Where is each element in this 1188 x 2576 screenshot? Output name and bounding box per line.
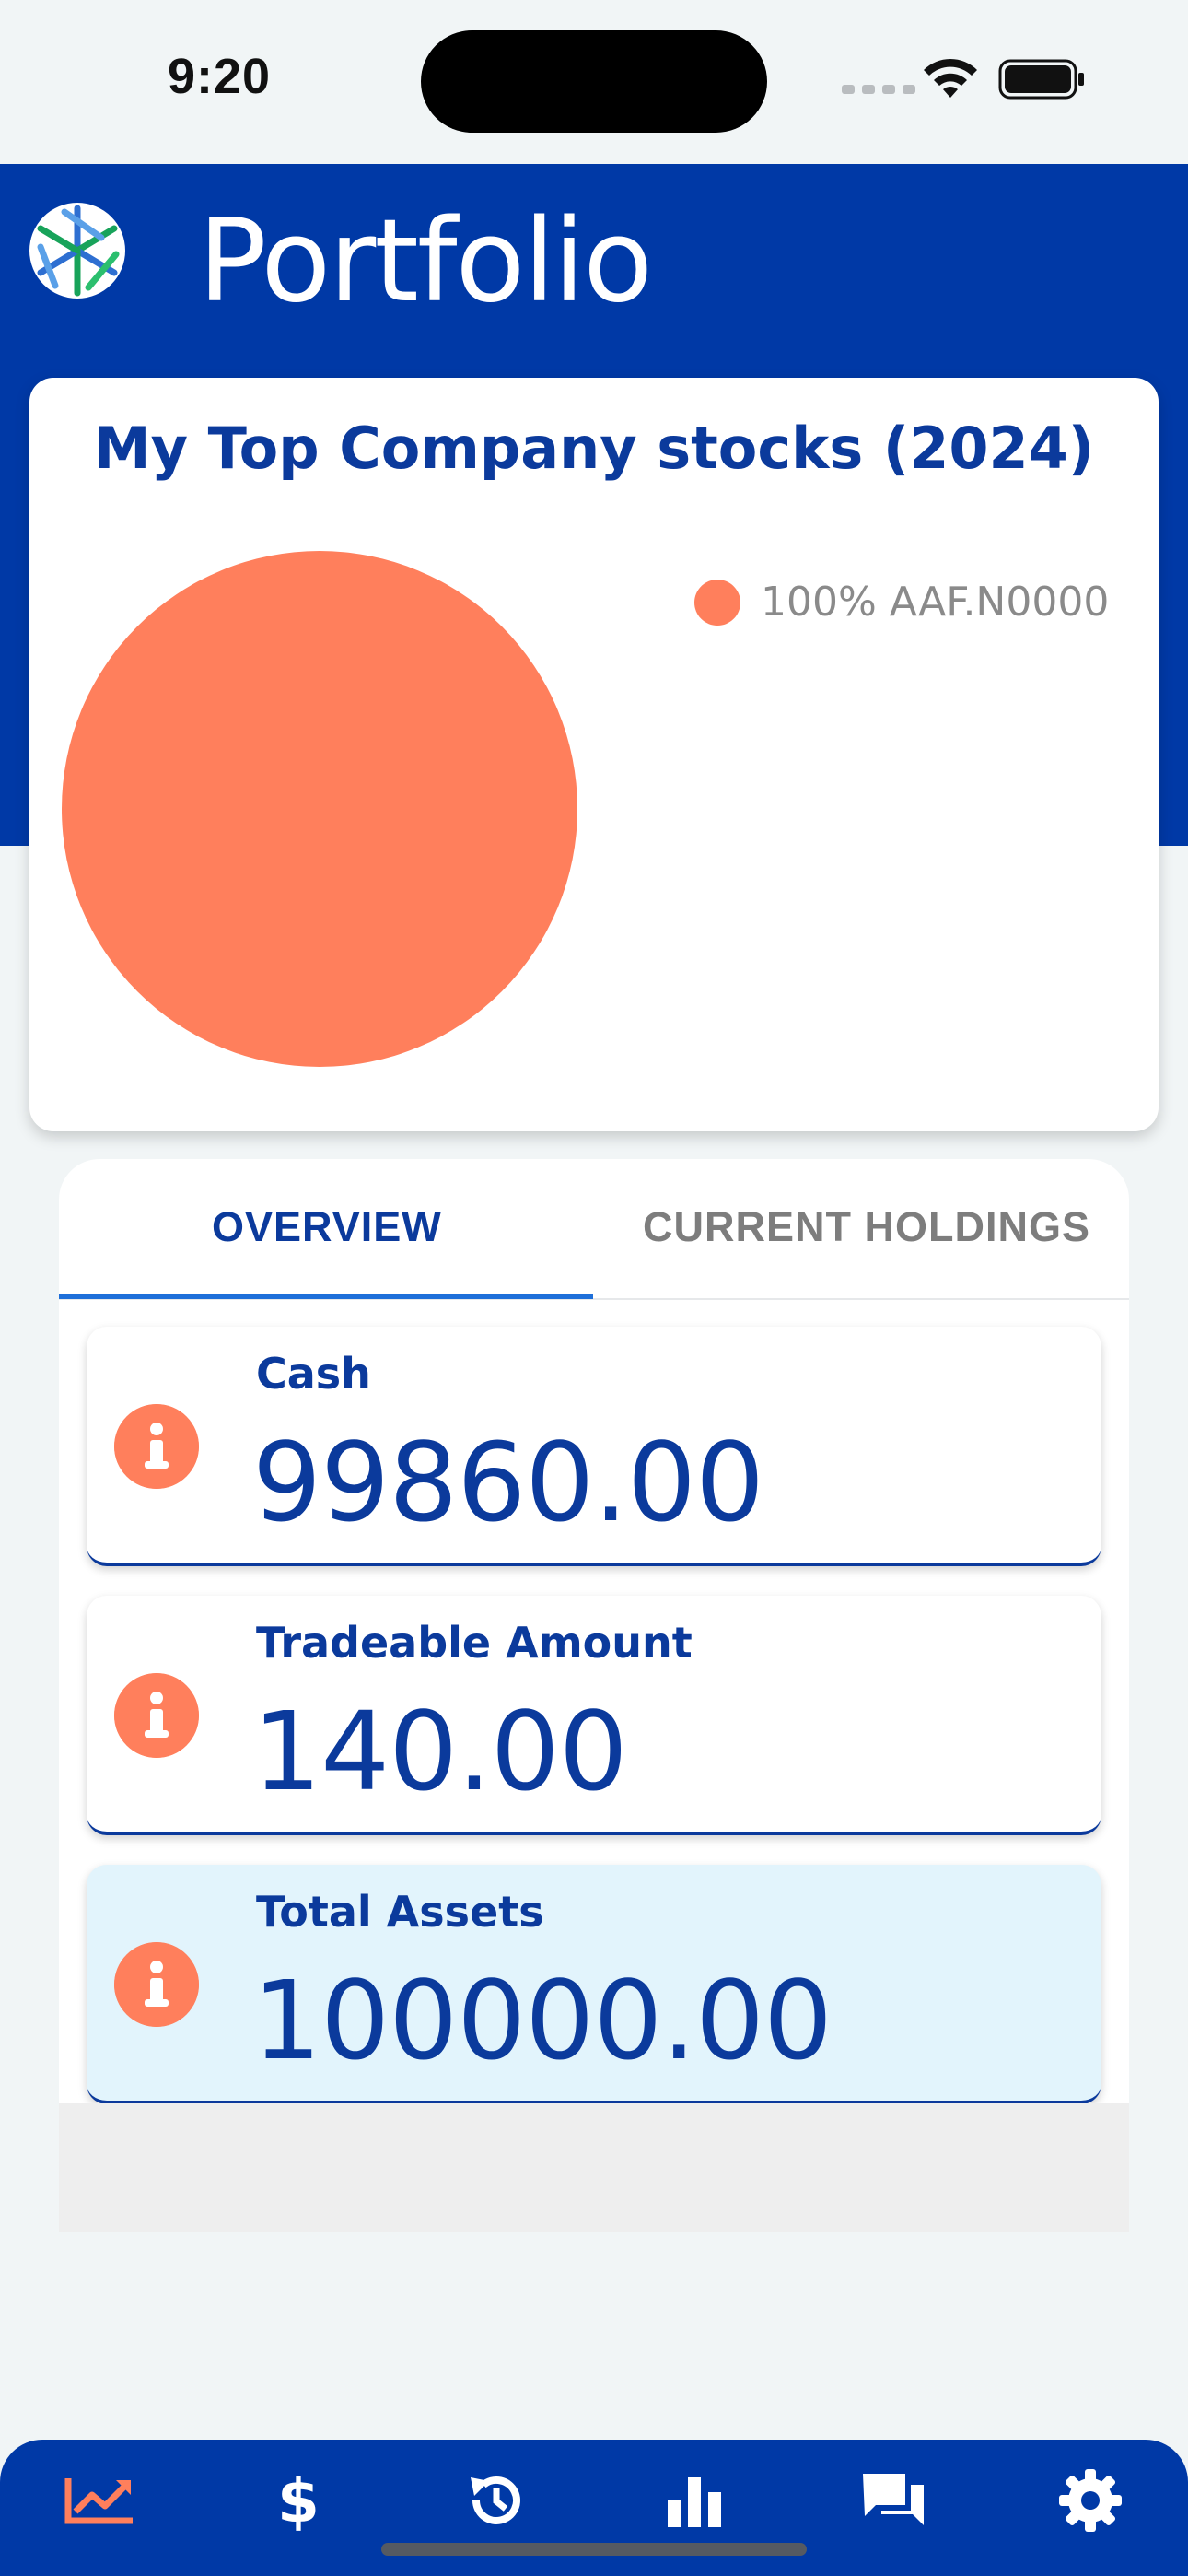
page-title: Portfolio bbox=[198, 195, 653, 328]
tradeable-amount-card: Tradeable Amount 140.00 bbox=[87, 1596, 1101, 1835]
status-bar: 9:20 bbox=[0, 0, 1188, 164]
bar-chart-icon bbox=[668, 2477, 721, 2527]
total-assets-value: 100000.00 bbox=[252, 1957, 833, 2084]
tradeable-amount-label: Tradeable Amount bbox=[256, 1618, 693, 1668]
nav-messages[interactable] bbox=[849, 2464, 938, 2537]
dollar-icon: $ bbox=[277, 2468, 320, 2533]
company-logo-icon[interactable] bbox=[28, 201, 127, 300]
dynamic-island bbox=[421, 30, 767, 133]
legend-swatch bbox=[694, 579, 740, 626]
info-icon[interactable] bbox=[114, 1673, 199, 1758]
total-assets-card: Total Assets 100000.00 bbox=[87, 1865, 1101, 2104]
pie-chart bbox=[62, 551, 577, 1067]
active-tab-indicator bbox=[59, 1294, 593, 1299]
chart-legend: 100% AAF.N0000 bbox=[694, 579, 1109, 626]
nav-market[interactable] bbox=[650, 2464, 739, 2537]
tab-bar: OVERVIEW CURRENT HOLDINGS bbox=[59, 1159, 1129, 1300]
trending-up-icon bbox=[64, 2478, 133, 2524]
tab-overview[interactable]: OVERVIEW bbox=[212, 1203, 442, 1251]
cash-card: Cash 99860.00 bbox=[87, 1327, 1101, 1566]
gear-icon bbox=[1059, 2469, 1122, 2532]
home-indicator bbox=[381, 2543, 807, 2556]
legend-label: 100% AAF.N0000 bbox=[761, 579, 1110, 626]
battery-icon bbox=[998, 59, 1084, 100]
nav-settings[interactable] bbox=[1046, 2464, 1135, 2537]
cash-value: 99860.00 bbox=[252, 1419, 764, 1546]
nav-history[interactable] bbox=[451, 2464, 540, 2537]
chat-icon bbox=[863, 2474, 924, 2525]
pie-slice-aaf-n0000[interactable] bbox=[62, 551, 577, 1067]
panel-footer bbox=[59, 2103, 1129, 2232]
stocks-chart-card: My Top Company stocks (2024) 100% AAF.N0… bbox=[29, 378, 1159, 1131]
wifi-icon bbox=[924, 58, 977, 98]
info-icon[interactable] bbox=[114, 1404, 199, 1489]
nav-portfolio[interactable] bbox=[55, 2464, 144, 2537]
portfolio-panel: OVERVIEW CURRENT HOLDINGS Cash 99860.00 … bbox=[59, 1159, 1129, 2232]
history-icon bbox=[471, 2476, 520, 2524]
svg-text:$: $ bbox=[277, 2468, 320, 2533]
portfolio-screen: 9:20 Portfolio My Top Company stocks (20… bbox=[0, 0, 1188, 2576]
total-assets-label: Total Assets bbox=[256, 1887, 544, 1937]
cellular-signal-icon bbox=[842, 85, 915, 94]
cash-label: Cash bbox=[256, 1349, 371, 1399]
status-time: 9:20 bbox=[168, 49, 272, 104]
info-icon[interactable] bbox=[114, 1942, 199, 2027]
tab-current-holdings[interactable]: CURRENT HOLDINGS bbox=[643, 1203, 1090, 1251]
tradeable-amount-value: 140.00 bbox=[252, 1688, 628, 1815]
nav-trade[interactable]: $ bbox=[254, 2464, 343, 2537]
